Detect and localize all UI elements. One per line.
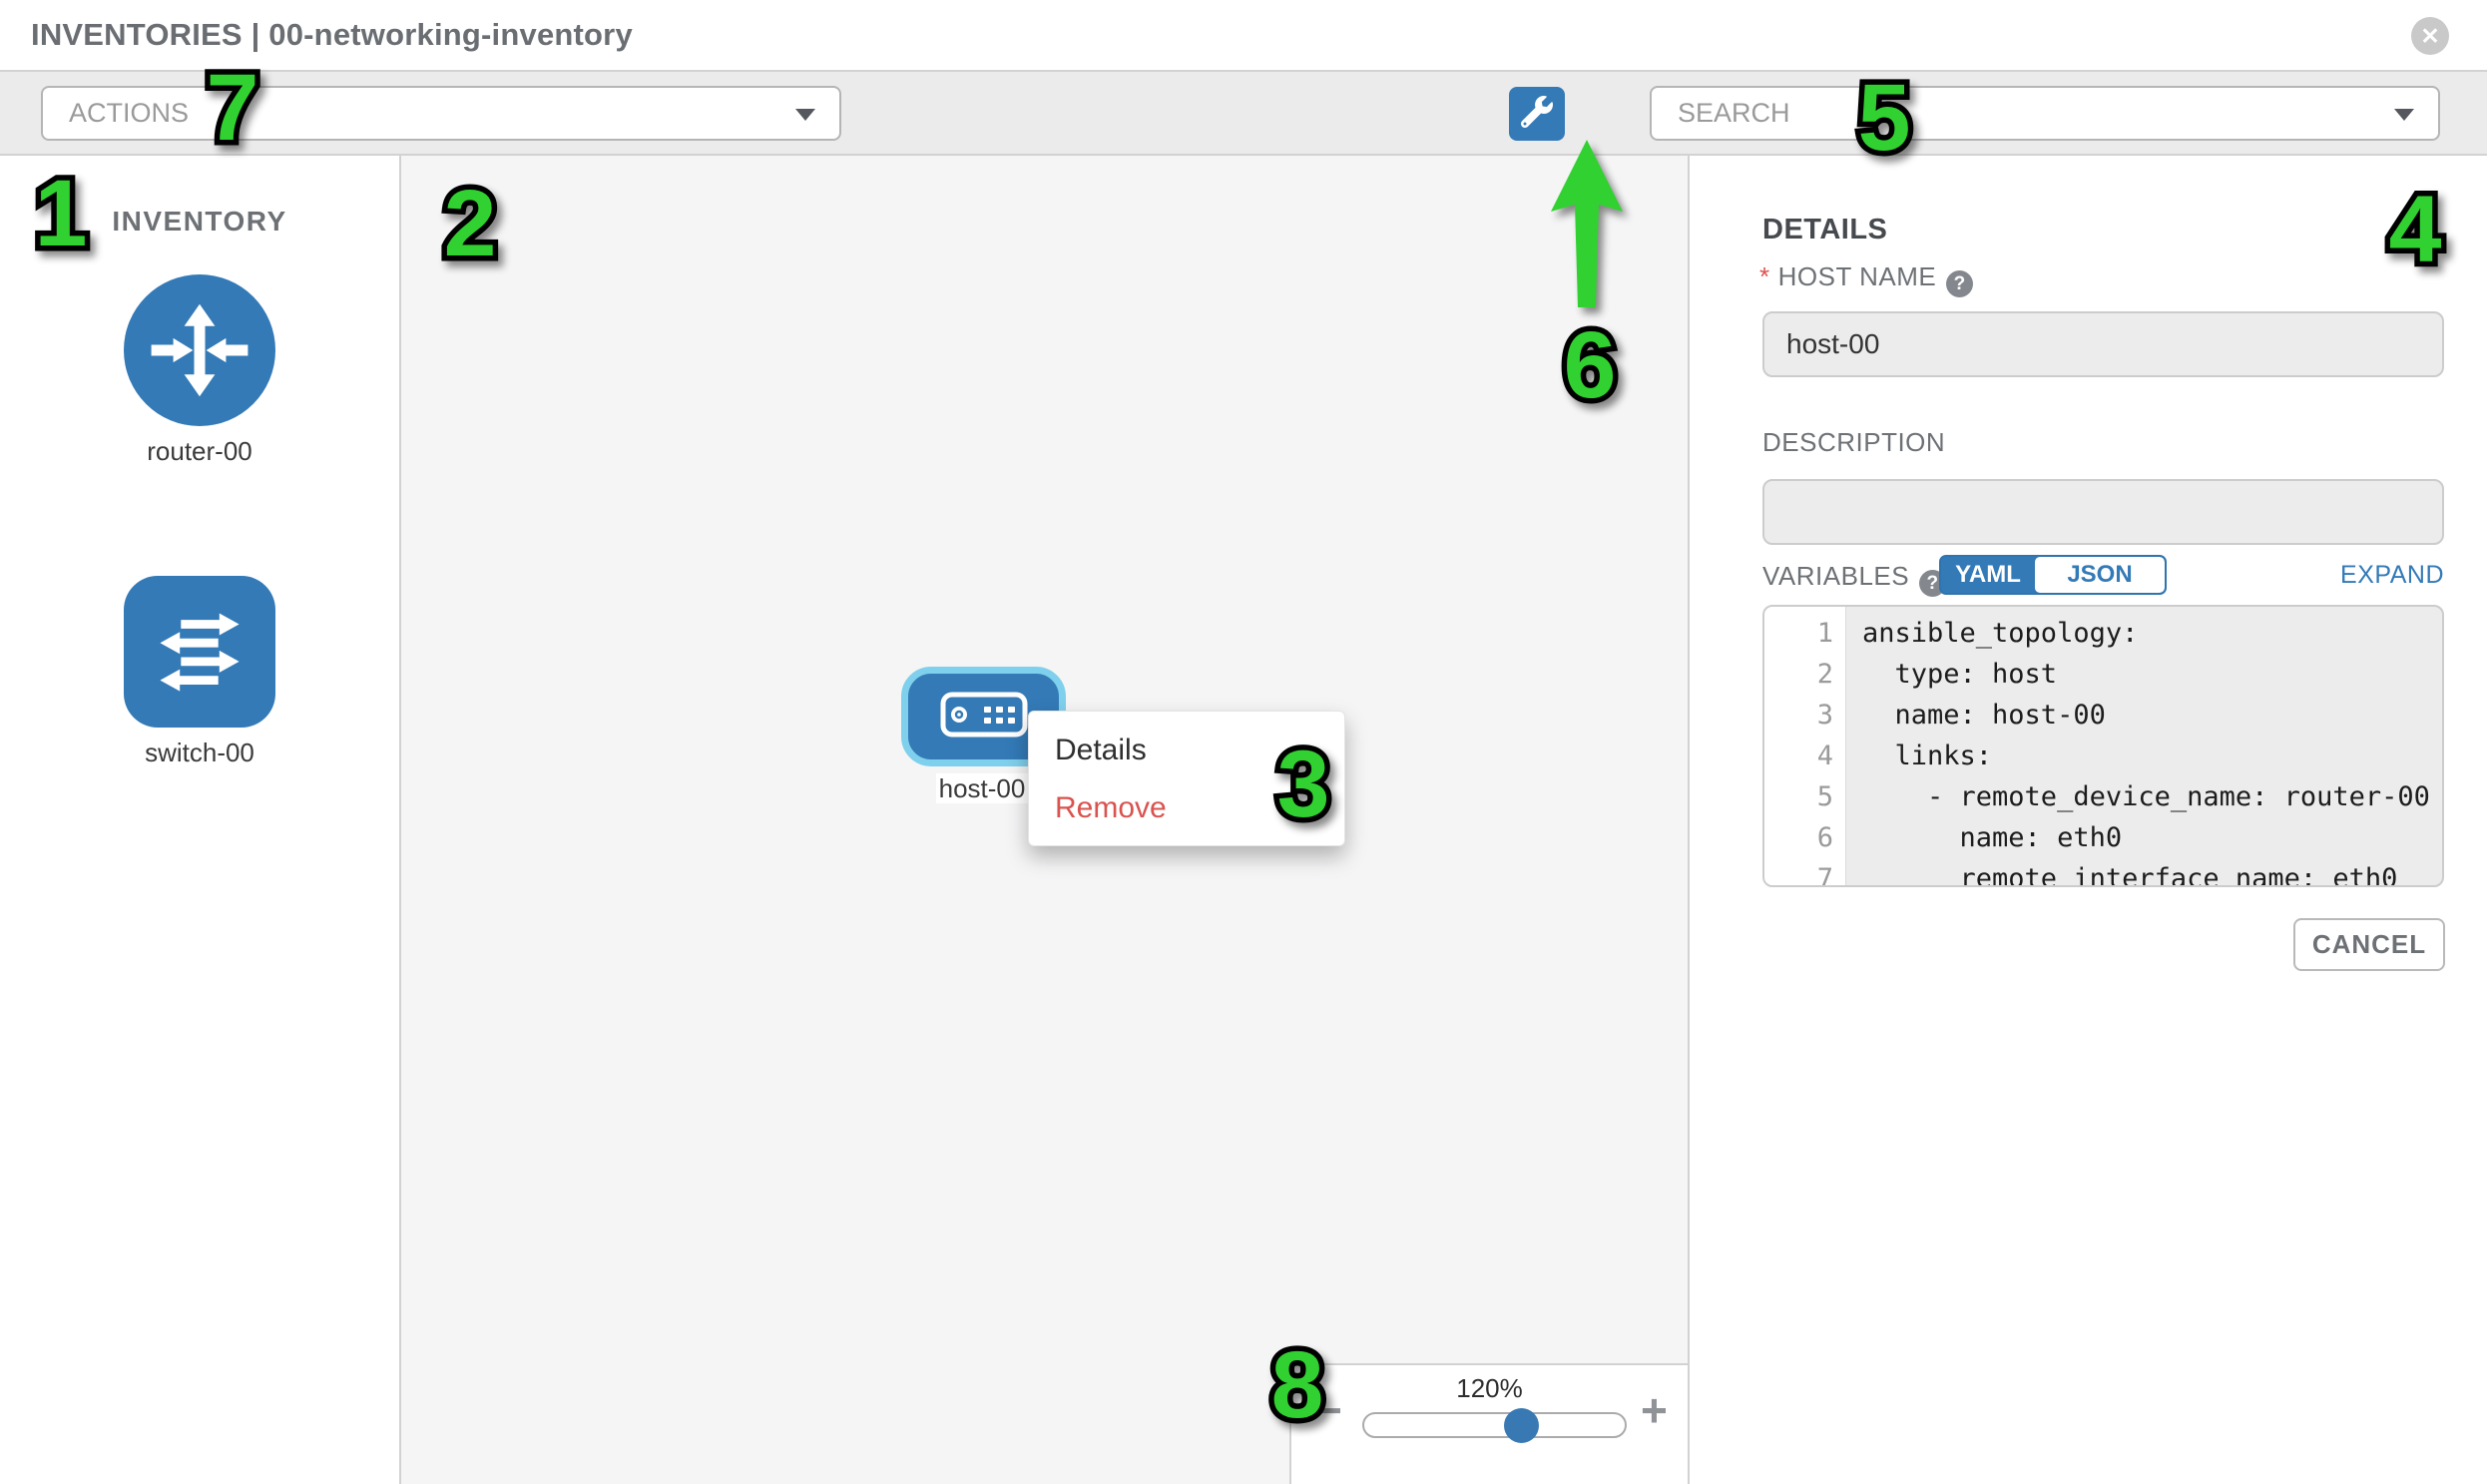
code-line: 3 name: host-00: [1764, 695, 2442, 736]
toggle-yaml[interactable]: YAML: [1941, 557, 2035, 593]
code-line: 4 links:: [1764, 736, 2442, 776]
switch-icon: [124, 576, 275, 728]
page-title: INVENTORIES | 00-networking-inventory: [31, 0, 633, 70]
toolbar: ACTIONS SEARCH: [0, 70, 2487, 156]
code-line: 1ansible_topology:: [1764, 613, 2442, 654]
inventory-topology-app: INVENTORIES | 00-networking-inventory ✕ …: [0, 0, 2487, 1484]
tools-button[interactable]: [1509, 87, 1565, 141]
host-icon: [940, 692, 1028, 742]
palette-item-label: switch-00: [145, 738, 254, 768]
chevron-down-icon: [2394, 109, 2414, 121]
palette-item-label: router-00: [147, 436, 252, 467]
code-line: 5 - remote_device_name: router-00: [1764, 776, 2442, 817]
toggle-json[interactable]: JSON: [2035, 557, 2165, 593]
inventory-sidebar: INVENTORY router-00: [0, 156, 401, 1484]
host-name-input[interactable]: [1762, 311, 2444, 377]
zoom-slider-track[interactable]: [1362, 1412, 1627, 1438]
wrench-icon: [1521, 96, 1553, 133]
details-panel-title: DETAILS: [1762, 214, 1887, 247]
editor-lines: 1ansible_topology: 2 type: host 3 name: …: [1764, 613, 2442, 887]
actions-dropdown[interactable]: ACTIONS: [41, 86, 841, 141]
palette-item-router[interactable]: router-00: [0, 274, 399, 467]
actions-dropdown-placeholder: ACTIONS: [69, 88, 189, 139]
sidebar-title: INVENTORY: [0, 206, 399, 238]
zoom-in-button[interactable]: +: [1641, 1387, 1668, 1433]
cancel-button[interactable]: CANCEL: [2293, 918, 2445, 971]
menu-item-details[interactable]: Details: [1029, 722, 1344, 779]
zoom-slider-thumb[interactable]: [1504, 1408, 1539, 1443]
node-context-menu: Details Remove: [1028, 711, 1345, 846]
header: INVENTORIES | 00-networking-inventory ✕: [0, 0, 2487, 70]
search-dropdown[interactable]: SEARCH: [1650, 86, 2440, 141]
details-panel: DETAILS * HOST NAME? DESCRIPTION VARIABLE…: [1692, 156, 2487, 1484]
description-label: DESCRIPTION: [1762, 427, 1945, 458]
palette-item-switch[interactable]: switch-00: [0, 576, 399, 768]
zoom-out-button[interactable]: −: [1315, 1387, 1342, 1433]
zoom-percentage: 120%: [1291, 1373, 1688, 1404]
zoom-control-panel: 120% − +: [1289, 1363, 1690, 1484]
menu-item-remove[interactable]: Remove: [1029, 779, 1344, 837]
host-name-label-row: * HOST NAME?: [1759, 261, 1973, 297]
code-line: 2 type: host: [1764, 654, 2442, 695]
close-icon[interactable]: ✕: [2411, 17, 2449, 55]
host-name-label: HOST NAME: [1778, 261, 1937, 291]
expand-link[interactable]: EXPAND: [2211, 561, 2444, 590]
description-input[interactable]: [1762, 479, 2444, 545]
variables-code-editor[interactable]: 1ansible_topology: 2 type: host 3 name: …: [1762, 605, 2444, 887]
code-line: 7 remote_interface_name: eth0: [1764, 858, 2442, 887]
variables-label-row: VARIABLES?: [1762, 561, 1946, 597]
required-asterisk: *: [1759, 261, 1770, 291]
host-node-label: host-00: [936, 773, 1028, 803]
help-icon[interactable]: ?: [1946, 270, 1973, 297]
router-icon: [124, 274, 275, 426]
chevron-down-icon: [795, 109, 815, 121]
variables-label: VARIABLES: [1762, 561, 1909, 591]
search-dropdown-placeholder: SEARCH: [1678, 88, 1790, 139]
variables-format-toggle: YAML JSON: [1939, 555, 2167, 595]
code-line: 6 name: eth0: [1764, 817, 2442, 858]
